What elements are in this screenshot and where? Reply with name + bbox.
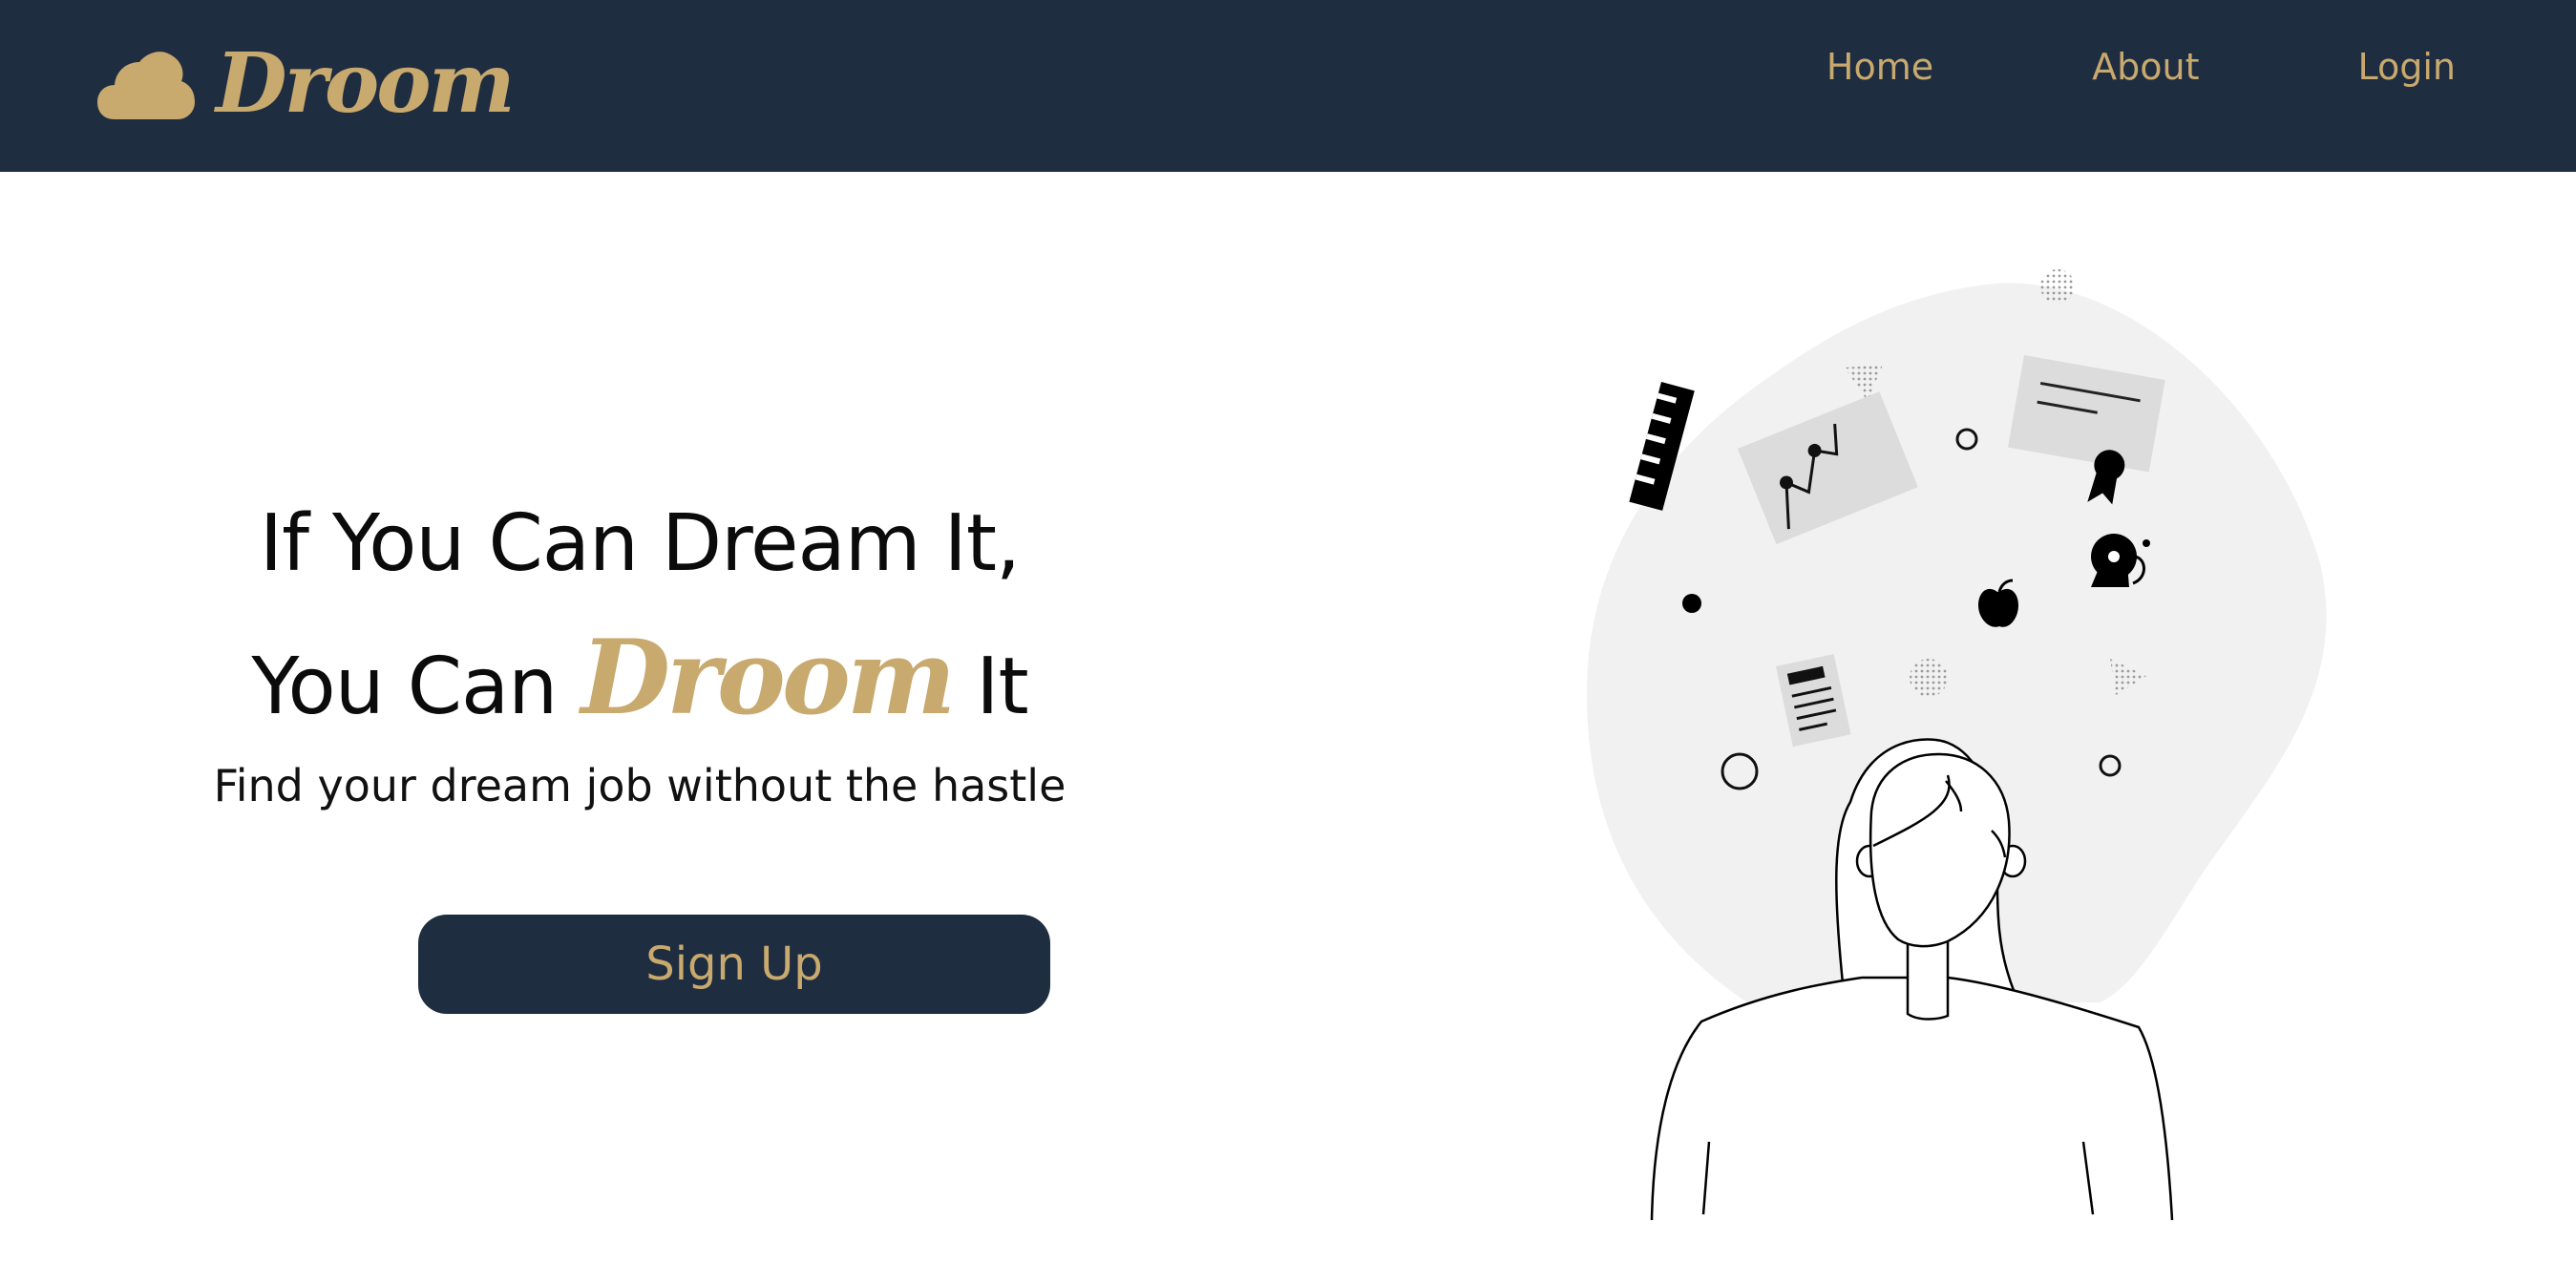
brand-logo[interactable]: Droom [97, 27, 516, 141]
dotted-circle-decoration [1910, 659, 1948, 697]
brand-name: Droom [216, 35, 516, 132]
headline-suffix: It [952, 642, 1028, 732]
dot-decoration [1682, 594, 1701, 613]
hero-subtitle: Find your dream job without the hastle [213, 760, 1066, 811]
nav-home-link[interactable]: Home [1826, 46, 1933, 88]
nav-login-link[interactable]: Login [2357, 46, 2456, 88]
cloud-icon [97, 52, 195, 119]
headline-line-2: You Can Droom It [191, 611, 1088, 754]
dotted-circle-decoration [2040, 269, 2075, 304]
nav-about-link[interactable]: About [2092, 46, 2199, 88]
hero-section: If You Can Dream It, You Can Droom It Fi… [191, 477, 1088, 817]
headline-prefix: You Can [251, 642, 581, 732]
hero-headline: If You Can Dream It, You Can Droom It [191, 477, 1088, 754]
sign-up-button[interactable]: Sign Up [418, 915, 1050, 1014]
hero-illustration [1586, 269, 2327, 1221]
headline-brand: Droom [581, 618, 956, 738]
navbar: Droom Home About Login [0, 0, 2576, 172]
headline-line-1: If You Can Dream It, [259, 498, 1021, 589]
nav-links: Home About Login [1826, 0, 2456, 134]
